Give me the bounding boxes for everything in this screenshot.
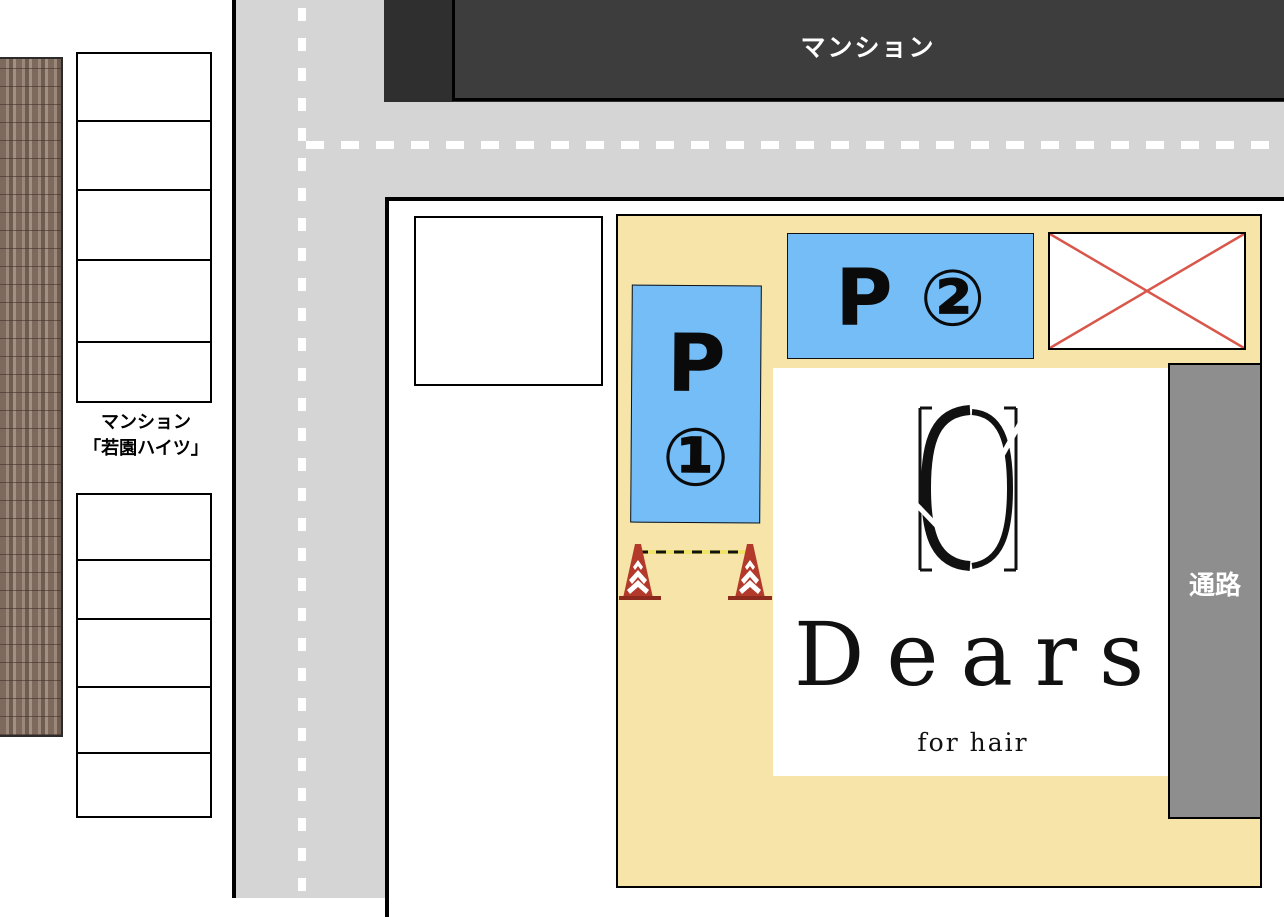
parking-spot-2: P ② (787, 233, 1034, 359)
parking-spot-1: P ① (630, 284, 762, 524)
no-parking-x-icon (1050, 234, 1244, 348)
brick-wall (0, 57, 63, 737)
parking-spot-2-label: P ② (788, 260, 1033, 338)
parking-spot-1-letter: P (666, 316, 726, 411)
side-building-label-line1: マンション (101, 412, 191, 433)
road-center-line-vertical (298, 8, 306, 898)
top-building-label: マンション (800, 33, 936, 62)
side-building-cell (76, 259, 212, 343)
side-building-label: マンション 「若園ハイツ」 (76, 410, 216, 462)
parking-spot-1-number: ① (661, 410, 730, 505)
side-building-cell (76, 341, 212, 403)
salon-subtitle: for hair (917, 728, 1029, 757)
side-building-cell (76, 752, 212, 818)
salon-name: Dears (793, 603, 1167, 706)
cone-barrier (619, 544, 772, 600)
side-building-cell (76, 120, 212, 191)
dears-logo-icon (910, 405, 1025, 572)
side-building-cell (76, 52, 212, 122)
no-parking-area (1048, 232, 1246, 350)
side-building-cell (76, 686, 212, 754)
side-building-cell (76, 559, 212, 620)
road-center-line-horizontal (306, 141, 1284, 149)
side-building-cell (76, 618, 212, 688)
vertical-road (232, 0, 387, 898)
horizontal-road (384, 102, 1284, 199)
side-building-cell (76, 189, 212, 261)
side-building-label-line2: 「若園ハイツ」 (83, 438, 209, 459)
parking-spot-2-letter: P (835, 254, 893, 344)
side-building-cell (76, 493, 212, 561)
passage-label: 通路 (1188, 571, 1241, 601)
passage: 通路 (1168, 363, 1262, 819)
neighbor-building (414, 216, 603, 386)
parking-spot-2-number: ② (919, 254, 986, 344)
